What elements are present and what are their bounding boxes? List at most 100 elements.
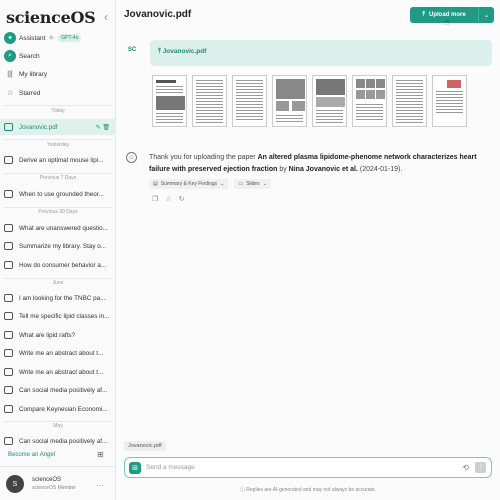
regenerate-icon[interactable]: ↻ [179, 195, 185, 203]
assistant-reply: Thank you for uploading the paper An alt… [149, 152, 494, 176]
model-badge[interactable]: GPT-4o [58, 34, 82, 42]
gift-icon[interactable]: ⊞ [97, 450, 104, 459]
divider [4, 173, 112, 174]
attach-icon[interactable]: ⊞ [129, 461, 141, 474]
chat-item[interactable]: Can social media positively af... [4, 433, 114, 449]
section-may: May [53, 423, 63, 429]
divider [4, 105, 112, 106]
page-thumbnail[interactable] [392, 75, 427, 127]
library-icon: ||| [7, 70, 13, 78]
avatar: S [6, 475, 24, 493]
chat-item-label: Tell me specific lipid classes in... [19, 312, 110, 320]
summary-key-findings-button[interactable]: ▤ Summary & Key Findings ⌄ [149, 179, 229, 189]
slides-icon: ▭ [238, 181, 244, 187]
more-icon[interactable]: … [96, 479, 104, 488]
chat-item-label: I am looking for the TNBC pa... [19, 294, 106, 302]
chevron-down-icon[interactable]: ⌄ [479, 12, 494, 19]
nav-starred[interactable]: ☆ Starred [4, 85, 112, 101]
nav-search-label: Search [19, 52, 40, 60]
page-thumbnail[interactable] [232, 75, 267, 127]
chat-item-label: What are lipid rafts? [19, 331, 75, 339]
message-input[interactable] [146, 464, 463, 471]
chat-icon [4, 331, 13, 339]
reply-prefix: Thank you for uploading the paper [149, 154, 258, 161]
chevron-down-icon: ⌄ [220, 181, 225, 187]
assistant-icon: ✦ [4, 32, 16, 44]
nav-search[interactable]: ⌕ Search [4, 48, 112, 64]
app-window: scienceOS ‹ ✦ Assistant ✧ GPT-4o ⌕ Searc… [0, 0, 500, 500]
uploaded-file-card: ⤒ Jovanovic.pdf [150, 40, 492, 66]
refresh-icon[interactable]: ⟲ [462, 463, 469, 472]
main-panel: Jovanovic.pdf ⤒ Upload more ⌄ ☝ SC ⤒ Jov… [116, 0, 500, 500]
star-icon: ☆ [6, 90, 14, 97]
chat-item[interactable]: What are lipid rafts? [4, 327, 114, 343]
paper-date: (2024-01-19). [357, 166, 403, 173]
chat-item[interactable]: Write me an abstract about t... [4, 364, 114, 380]
chat-item[interactable]: Can social media positively af... [4, 382, 114, 398]
chat-icon [4, 242, 13, 250]
nav-library[interactable]: ||| My library [4, 66, 112, 82]
page-thumbnail[interactable] [192, 75, 227, 127]
divider [4, 207, 112, 208]
star-icon[interactable]: ☆ [165, 195, 171, 203]
page-thumbnail[interactable] [352, 75, 387, 127]
user-profile[interactable]: S scienceOS scienceOS Member … [0, 466, 116, 500]
nav-assistant[interactable]: ✦ Assistant ✧ GPT-4o [4, 30, 112, 46]
chat-item-label: Summarize my library. Stay o... [19, 242, 107, 250]
divider [4, 278, 112, 279]
chat-item[interactable]: What are unanswered questio... [4, 220, 114, 236]
chat-item[interactable]: How do consumer behavior a... [4, 257, 114, 273]
disclaimer: ⓘ Replies are AI-generated and may not a… [116, 486, 500, 493]
chat-item-label: Jovanovic.pdf [19, 123, 58, 131]
page-thumbnail[interactable] [432, 75, 467, 127]
slides-button[interactable]: ▭ Slides ⌄ [234, 179, 271, 189]
chat-item-label: Derive an optimal mouse lipi... [19, 156, 104, 164]
become-angel-link[interactable]: Become an Angel [8, 452, 55, 458]
summary-chip-label: Summary & Key Findings [160, 181, 218, 187]
user-role: scienceOS Member [32, 485, 76, 491]
chat-icon [4, 437, 13, 445]
chat-item[interactable]: Write me an abstract about t... [4, 345, 114, 361]
copy-icon[interactable]: ❐ [152, 195, 158, 203]
attached-file-chip[interactable]: Jovanovic.pdf [124, 441, 166, 451]
edit-delete-icons[interactable]: ✎ 🗑 [96, 124, 110, 131]
collapse-sidebar-button[interactable]: ‹ [104, 10, 108, 24]
page-title: Jovanovic.pdf [124, 9, 192, 20]
chat-item-label: Can social media positively af... [19, 386, 108, 394]
section-june: June [52, 280, 64, 286]
chat-item-label: Write me an abstract about t... [19, 368, 104, 376]
chat-item[interactable]: When to use grounded theor... [4, 186, 114, 202]
action-chips: ▤ Summary & Key Findings ⌄ ▭ Slides ⌄ [149, 179, 271, 189]
chat-icon [4, 368, 13, 376]
upload-more-button[interactable]: ⤒ Upload more ⌄ [410, 7, 494, 23]
section-today: Today [51, 108, 65, 114]
divider [4, 139, 112, 140]
chat-icon [4, 123, 13, 131]
brand-logo[interactable]: scienceOS [6, 8, 96, 27]
search-icon: ⌕ [4, 50, 16, 62]
file-link[interactable]: ⤒ Jovanovic.pdf [158, 48, 206, 56]
page-thumbnail[interactable] [312, 75, 347, 127]
chat-item-jovanovic[interactable]: Jovanovic.pdf ✎ 🗑 [0, 119, 116, 135]
slides-chip-label: Slides [246, 181, 260, 187]
user-avatar-sc: SC [127, 47, 137, 53]
chat-item[interactable]: I am looking for the TNBC pa... [4, 290, 114, 306]
chat-item-label: What are unanswered questio... [19, 224, 108, 232]
chat-item[interactable]: Compare Keynesian Economi... [4, 401, 114, 417]
nav-assistant-label: Assistant [19, 34, 46, 42]
assistant-avatar-icon: ☺ [126, 152, 137, 163]
page-thumbnail[interactable] [152, 75, 187, 127]
message-composer: ⊞ ⟲ ↑ [124, 457, 492, 478]
upload-icon: ⤒ [422, 11, 425, 18]
chat-icon [4, 294, 13, 302]
nav-library-label: My library [19, 70, 48, 78]
send-button[interactable]: ↑ [475, 462, 486, 473]
message-actions: ❐ ☆ ↻ [152, 195, 184, 203]
chat-icon [4, 156, 13, 164]
page-thumbnail[interactable] [272, 75, 307, 127]
chat-item[interactable]: Summarize my library. Stay o... [4, 238, 114, 254]
chat-item[interactable]: Derive an optimal mouse lipi... [4, 152, 114, 168]
section-prev7: Previous 7 Days [39, 175, 77, 181]
file-link-label: Jovanovic.pdf [162, 48, 207, 55]
chat-item[interactable]: Tell me specific lipid classes in... [4, 308, 114, 324]
